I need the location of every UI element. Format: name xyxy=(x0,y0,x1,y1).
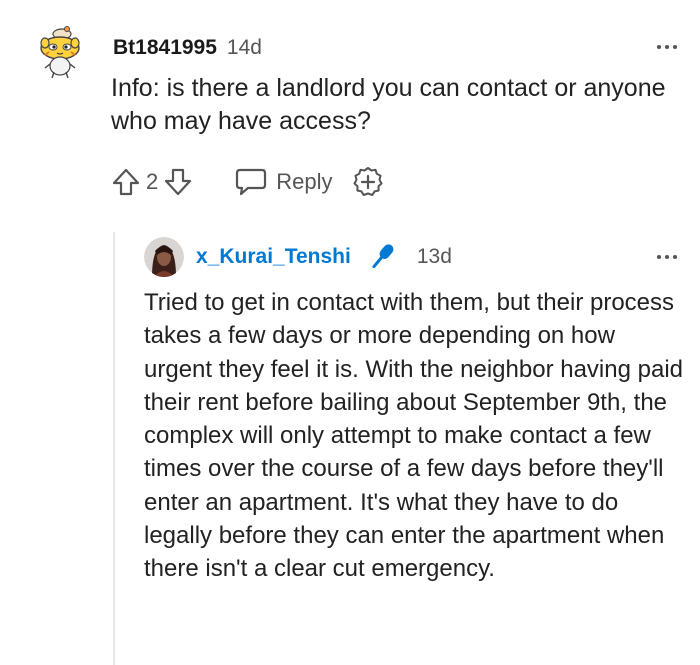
reply-label: Reply xyxy=(276,169,333,194)
reply-age: 13d xyxy=(416,245,452,268)
thread-line[interactable] xyxy=(113,232,115,665)
vote-count: 2 xyxy=(146,169,159,194)
speech-bubble-icon xyxy=(236,168,267,196)
upvote-arrow-icon[interactable] xyxy=(110,166,142,198)
comment-actions: 2 Reply xyxy=(110,164,385,200)
user-avatar-icon xyxy=(144,237,184,277)
reply-avatar[interactable] xyxy=(144,237,184,277)
comment-header: Bt1841995 14d xyxy=(113,34,262,62)
reply-header: x_Kurai_Tenshi 13d xyxy=(196,242,452,272)
more-options-icon[interactable] xyxy=(652,252,682,262)
reply-username[interactable]: x_Kurai_Tenshi xyxy=(196,245,351,269)
comment-age: 14d xyxy=(226,36,262,59)
avatar[interactable] xyxy=(33,22,91,80)
comment-username[interactable]: Bt1841995 xyxy=(113,36,217,60)
comment-body: Info: is there a landlord you can contac… xyxy=(111,74,666,135)
reply-button[interactable]: Reply xyxy=(234,167,333,197)
downvote-arrow-icon[interactable] xyxy=(162,166,194,198)
more-options-icon[interactable] xyxy=(652,42,682,52)
microphone-icon xyxy=(365,240,399,274)
reply-body: Tried to get in contact with them, but t… xyxy=(144,289,683,583)
award-plus-icon[interactable] xyxy=(351,165,385,199)
snoo-avatar-icon xyxy=(40,26,80,79)
